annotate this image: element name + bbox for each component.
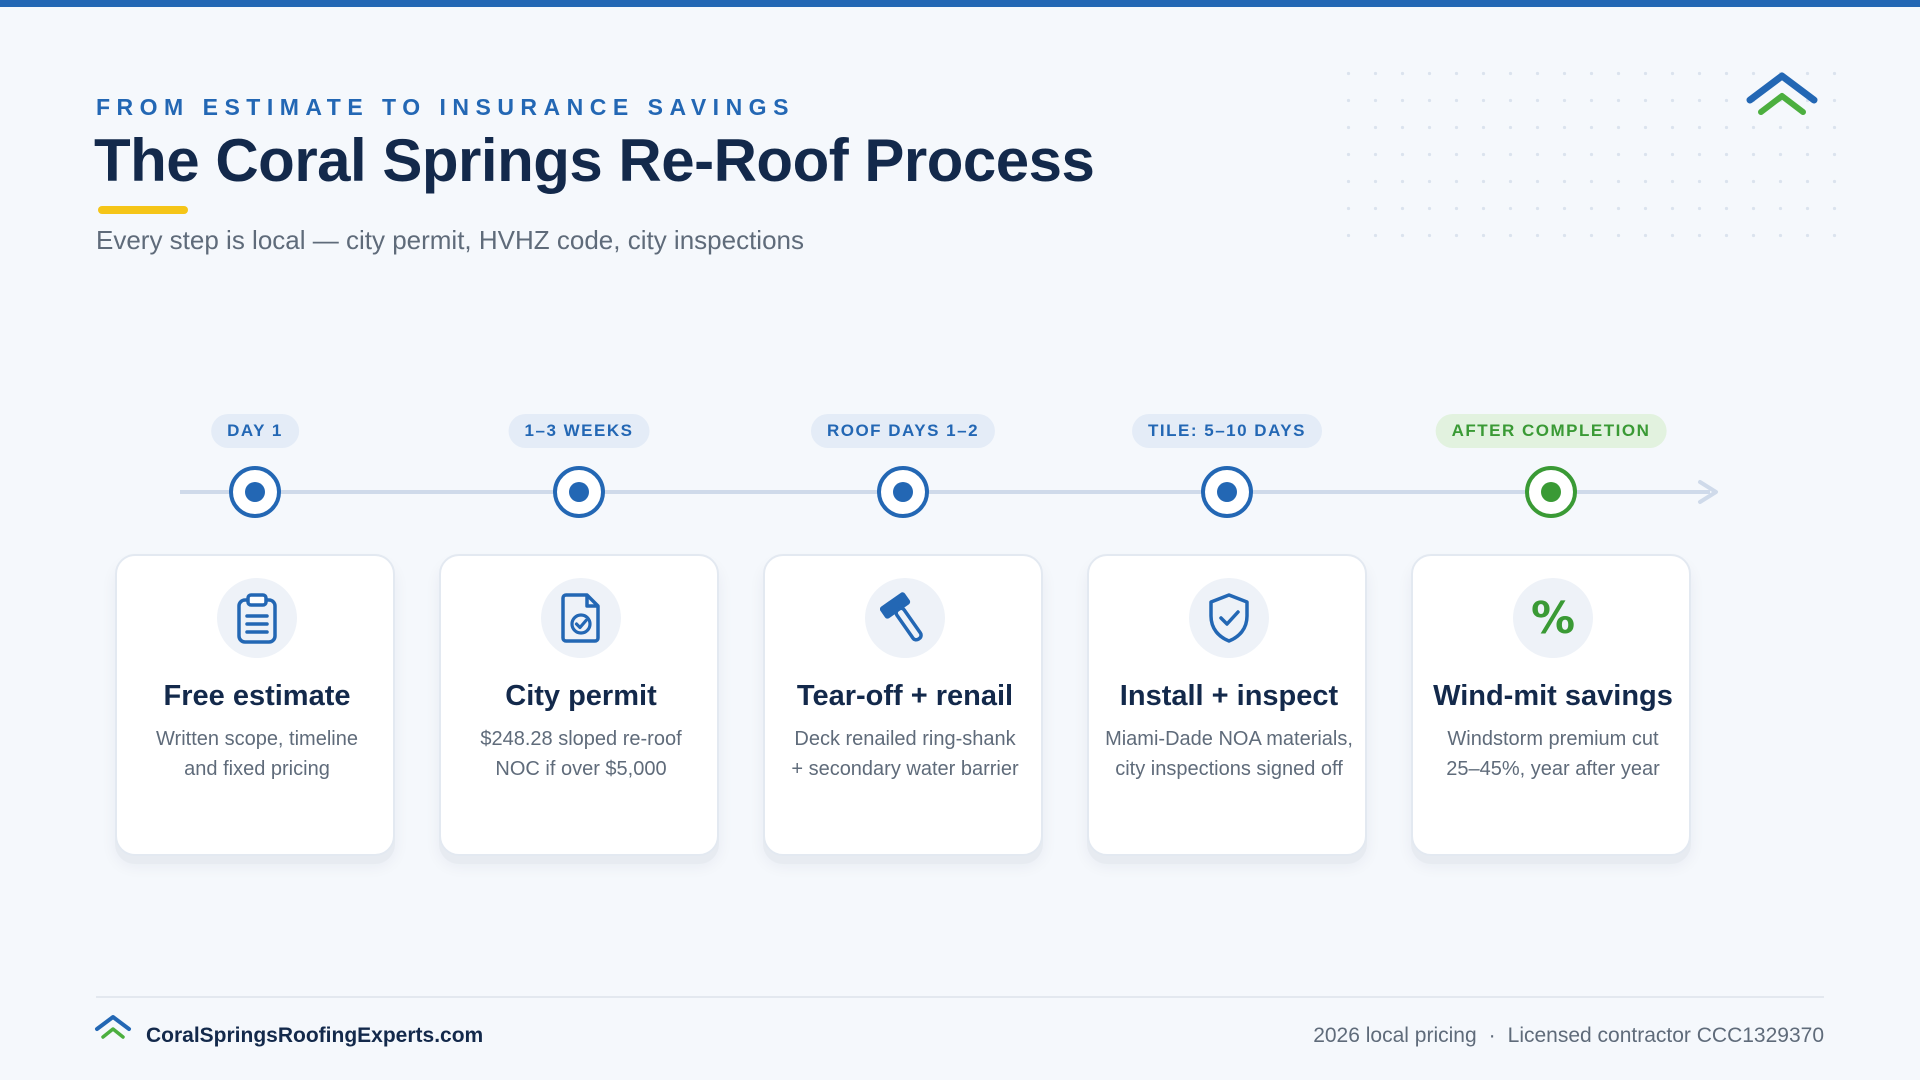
step-badge: ROOF DAYS 1–2 [810,414,996,448]
step-description: Written scope, timeline and fixed pricin… [97,724,417,784]
clipboard-icon [217,578,297,658]
step-description-line: Miami-Dade NOA materials, [1105,728,1353,750]
step-description: $248.28 sloped re-roof NOC if over $5,00… [421,724,741,784]
step-badge: TILE: 5–10 DAYS [1132,414,1322,448]
roof-logo-icon [95,1015,131,1039]
footer-separator: · [1488,1024,1496,1047]
shield-check-icon [1189,578,1269,658]
document-check-icon [541,578,621,658]
step-description-line: Deck renailed ring-shank [794,728,1016,750]
step-description: Miami-Dade NOA materials, city inspectio… [1069,724,1389,784]
timeline-node [553,466,605,518]
step-title: City permit [505,680,657,712]
step-description: Deck renailed ring-shank + secondary wat… [745,724,1065,784]
timeline-node [1201,466,1253,518]
step-title: Tear-off + renail [796,680,1014,712]
roof-logo-icon [1746,72,1818,115]
step-title: Free estimate [163,680,351,712]
step-card: Free estimate Written scope, timeline an… [115,554,395,856]
step-title: Install + inspect [1119,680,1339,712]
percent-icon: % [1513,578,1593,658]
step-description-line: Windstorm premium cut [1447,728,1659,750]
timeline-node [1525,466,1577,518]
top-accent-bar [0,0,1920,7]
eyebrow-heading: FROM ESTIMATE TO INSURANCE SAVINGS [96,94,795,120]
step-card: % Wind-mit savings Windstorm premium cut… [1411,554,1691,856]
step-description-line: and fixed pricing [184,758,330,780]
footer-license: Licensed contractor CCC1329370 [1507,1024,1824,1047]
step-description-line: + secondary water barrier [791,758,1019,780]
hammer-icon [865,578,945,658]
step-description: Windstorm premium cut 25–45%, year after… [1393,724,1713,784]
percent-glyph: % [1530,592,1576,644]
timeline-arrow-icon [1698,480,1718,504]
step-description-line: $248.28 sloped re-roof [480,728,682,750]
step-description-line: Written scope, timeline [156,728,358,750]
footer-website-link[interactable]: CoralSpringsRoofingExperts.com [146,1024,483,1048]
timeline-line [180,490,1710,494]
footer-pricing-note: 2026 local pricing [1313,1024,1477,1047]
footer-info: 2026 local pricing · Licensed contractor C… [1313,1024,1824,1048]
page-subtitle: Every step is local — city permit, HVHZ … [96,225,805,255]
timeline-node [229,466,281,518]
step-badge: 1–3 WEEKS [508,414,650,448]
timeline-node [877,466,929,518]
title-underline [98,206,188,214]
step-card: City permit $248.28 sloped re-roof NOC i… [439,554,719,856]
page-title: The Coral Springs Re-Roof Process [94,127,1095,194]
step-card: Install + inspect Miami-Dade NOA materia… [1087,554,1367,856]
footer-divider [96,996,1824,998]
step-description-line: city inspections signed off [1115,758,1343,780]
step-card: Tear-off + renail Deck renailed ring-sha… [763,554,1043,856]
step-description-line: NOC if over $5,000 [495,758,667,780]
step-description-line: 25–45%, year after year [1446,758,1660,780]
step-title: Wind-mit savings [1433,680,1673,712]
step-badge: DAY 1 [211,414,299,448]
step-badge: AFTER COMPLETION [1435,414,1667,448]
